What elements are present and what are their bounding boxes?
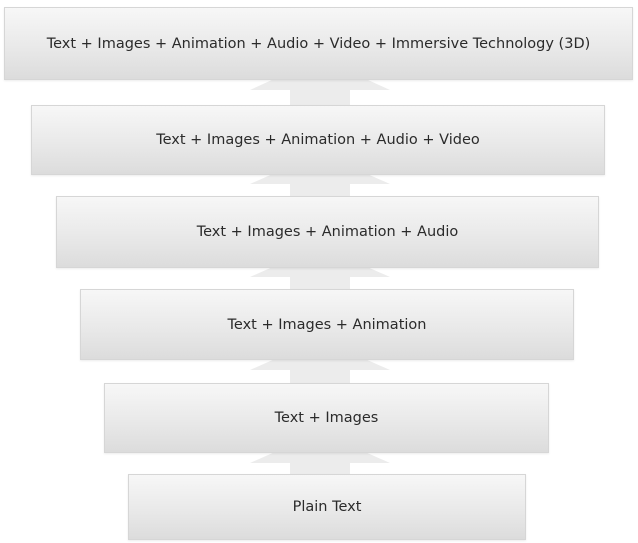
tier-plain-text: Plain Text bbox=[128, 474, 526, 540]
tier-immersive-3d: Text + Images + Animation + Audio + Vide… bbox=[4, 7, 633, 80]
multimedia-evolution-diagram: Text + Images + Animation + Audio + Vide… bbox=[0, 0, 638, 543]
tier-label: Text + Images + Animation + Audio + Vide… bbox=[156, 132, 480, 148]
tier-label: Text + Images + Animation + Audio + Vide… bbox=[46, 35, 591, 52]
upward-arrows bbox=[250, 58, 390, 477]
tier-label: Plain Text bbox=[292, 499, 362, 515]
tier-animation: Text + Images + Animation bbox=[80, 289, 574, 360]
tier-audio: Text + Images + Animation + Audio bbox=[56, 196, 599, 268]
tier-video: Text + Images + Animation + Audio + Vide… bbox=[31, 105, 605, 175]
tier-images: Text + Images bbox=[104, 383, 549, 453]
tier-label: Text + Images + Animation + Audio bbox=[196, 224, 459, 240]
tier-label: Text + Images + Animation bbox=[227, 316, 427, 333]
tier-label: Text + Images bbox=[274, 410, 379, 426]
